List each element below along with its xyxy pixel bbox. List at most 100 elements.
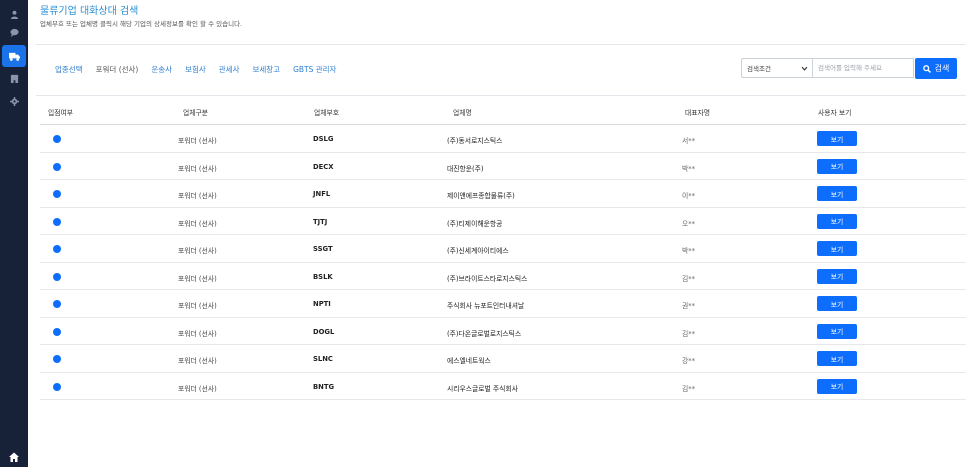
col-status: 입점여부 <box>48 109 74 117</box>
truck-icon[interactable] <box>2 45 26 67</box>
cell-code[interactable]: JNFL <box>313 190 330 198</box>
page-title: 물류기업 대화상대 검색 <box>40 6 139 17</box>
cell-rep: 권** <box>682 302 696 310</box>
company-table: 입점여부 업체구분 업체부호 업체명 대표자명 사용자 보기 포워더 (선사) … <box>40 98 966 400</box>
table-row: 포워더 (선사) BNTG 시리우스글로벌 주식회사 김** 보기 <box>40 373 966 400</box>
cell-type: 포워더 (선사) <box>178 384 217 393</box>
status-dot <box>53 135 61 143</box>
status-dot <box>53 355 61 363</box>
chevron-down-icon <box>801 66 808 71</box>
tab-carrier[interactable]: 운송사 <box>151 64 172 75</box>
cell-name[interactable]: 대진항운(주) <box>447 163 484 173</box>
search-input[interactable] <box>813 58 914 78</box>
cell-type: 포워더 (선사) <box>178 219 217 228</box>
tab-forwarder[interactable]: 포워더 (선사) <box>96 64 139 75</box>
status-dot <box>53 272 61 281</box>
cell-rep: 박** <box>682 247 696 255</box>
cell-rep: 김** <box>682 329 696 338</box>
table-row: 포워더 (선사) JNFL 제이앤에프종합물류(주) 이** 보기 <box>40 180 966 208</box>
sidebar <box>0 0 28 467</box>
table-row: 포워더 (선사) SSGT (주)신세계아이티에스 박** 보기 <box>40 235 966 263</box>
table-row: 포워더 (선사) DECX 대진항운(주) 박** 보기 <box>40 153 966 180</box>
cell-code[interactable]: NPTI <box>313 300 331 308</box>
cell-name[interactable]: 에스엘네트웍스 <box>447 355 491 365</box>
search-button-label: 검색 <box>934 64 950 73</box>
view-users-button[interactable]: 보기 <box>817 241 857 256</box>
status-dot <box>53 245 61 253</box>
home-icon[interactable] <box>5 448 23 466</box>
cell-code[interactable]: SSGT <box>313 245 333 253</box>
cell-name[interactable]: 제이앤에프종합물류(주) <box>447 190 515 200</box>
view-users-button[interactable]: 보기 <box>817 213 857 229</box>
cell-type: 포워더 (선사) <box>178 357 217 365</box>
app: 물류기업 대화상대 검색 업체부호 또는 업체명 클릭시 해당 기업의 상세정보… <box>0 0 966 467</box>
view-users-button[interactable]: 보기 <box>817 268 857 284</box>
tab-industry-select[interactable]: 업종선택 <box>55 64 83 75</box>
divider <box>36 95 966 96</box>
building-icon[interactable] <box>5 69 23 87</box>
cell-code[interactable]: DSLG <box>313 135 333 143</box>
chat-icon[interactable] <box>5 23 23 41</box>
cell-name[interactable]: (주)동서로지스틱스 <box>447 135 502 145</box>
cell-rep: 이** <box>682 192 696 200</box>
cell-type: 포워더 (선사) <box>178 329 217 338</box>
status-dot <box>53 190 61 198</box>
table-row: 포워더 (선사) DOGL (주)다온글로벌로지스틱스 김** 보기 <box>40 318 966 345</box>
view-users-button[interactable]: 보기 <box>817 351 857 366</box>
cell-code[interactable]: SLNC <box>313 355 333 363</box>
status-dot <box>53 300 61 308</box>
cell-rep: 강** <box>682 357 696 365</box>
cell-rep: 박** <box>682 164 696 173</box>
cell-type: 포워더 (선사) <box>178 247 217 255</box>
cell-rep: 김** <box>682 384 696 393</box>
cell-rep: 서** <box>682 137 696 145</box>
view-users-button[interactable]: 보기 <box>817 378 857 394</box>
status-dot <box>53 217 61 226</box>
view-users-button[interactable]: 보기 <box>817 186 857 201</box>
user-icon[interactable] <box>5 5 23 23</box>
cell-name[interactable]: (주)브라이트스타로지스틱스 <box>447 273 527 283</box>
category-filter-tabs: 업종선택 포워더 (선사) 운송사 보험사 관세사 보세창고 GBTS 관리자 <box>55 64 349 75</box>
view-users-button[interactable]: 보기 <box>817 323 857 339</box>
cell-type: 포워더 (선사) <box>178 164 217 173</box>
cell-code[interactable]: TJTJ <box>313 218 327 226</box>
cell-code[interactable]: BNTG <box>313 383 334 391</box>
cell-code[interactable]: DOGL <box>313 328 334 336</box>
status-dot <box>53 162 61 171</box>
view-users-button[interactable]: 보기 <box>817 296 857 311</box>
page-subtitle: 업체부호 또는 업체명 클릭시 해당 기업의 상세정보를 확인 할 수 있습니다… <box>40 20 243 28</box>
table-row: 포워더 (선사) TJTJ (주)티제이해운항공 오** 보기 <box>40 208 966 235</box>
cell-name[interactable]: 시리우스글로벌 주식회사 <box>447 383 518 393</box>
search-condition-value: 검색조건 <box>747 65 771 73</box>
col-code: 업체부호 <box>314 109 340 117</box>
cell-code[interactable]: DECX <box>313 163 334 171</box>
table-row: 포워더 (선사) DSLG (주)동서로지스틱스 서** 보기 <box>40 125 966 153</box>
view-users-button[interactable]: 보기 <box>817 131 857 146</box>
status-dot <box>53 382 61 391</box>
cell-rep: 오** <box>682 219 696 228</box>
cell-type: 포워더 (선사) <box>178 302 217 310</box>
status-dot <box>53 327 61 336</box>
search-condition-select[interactable]: 검색조건 <box>741 58 813 78</box>
cell-code[interactable]: BSLK <box>313 273 333 281</box>
col-type: 업체구분 <box>183 109 209 117</box>
col-view: 사용자 보기 <box>818 109 852 117</box>
view-users-button[interactable]: 보기 <box>817 158 857 174</box>
cell-name[interactable]: 주식회사 뉴포트인터내셔날 <box>447 300 524 310</box>
tab-gbts-admin[interactable]: GBTS 관리자 <box>293 64 336 75</box>
cell-rep: 김** <box>682 274 696 283</box>
col-name: 업체명 <box>453 109 472 117</box>
search-button[interactable]: 검색 <box>915 58 957 79</box>
divider <box>36 44 966 45</box>
cell-name[interactable]: (주)다온글로벌로지스틱스 <box>447 328 521 338</box>
tab-insurer[interactable]: 보험사 <box>185 64 206 75</box>
gear-icon[interactable] <box>5 92 23 110</box>
table-row: 포워더 (선사) NPTI 주식회사 뉴포트인터내셔날 권** 보기 <box>40 290 966 318</box>
search-icon <box>922 64 931 73</box>
table-row: 포워더 (선사) SLNC 에스엘네트웍스 강** 보기 <box>40 345 966 373</box>
table-header: 입점여부 업체구분 업체부호 업체명 대표자명 사용자 보기 <box>40 98 966 125</box>
cell-name[interactable]: (주)티제이해운항공 <box>447 218 502 228</box>
cell-name[interactable]: (주)신세계아이티에스 <box>447 245 509 255</box>
tab-bonded-warehouse[interactable]: 보세창고 <box>252 64 280 75</box>
tab-customs-broker[interactable]: 관세사 <box>219 64 240 75</box>
